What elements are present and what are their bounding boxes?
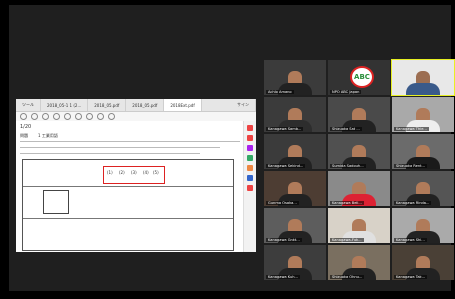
fill-sign-icon[interactable] [247,165,253,171]
shared-screen: ツール 2018_05-1 1 (2... 2018_05.pdf 2018_0… [16,99,256,252]
participant-name: Shizuoka Rent... [394,164,427,168]
participant-name: Sumida Sadouh... [330,164,366,168]
text-line [20,153,200,154]
annotation-1: (1) [107,170,113,175]
comment-icon[interactable] [97,113,104,120]
tab-file-4[interactable]: 2018Ext.pdf [164,99,202,111]
participant-tile[interactable]: Shizuoka Rent... [392,134,454,169]
question-table: (1) (2) (3) (4) (5) [22,159,234,251]
participant-tile[interactable]: Gunma Osaka... [264,171,326,206]
save-icon[interactable] [20,113,27,120]
text-line [20,147,220,148]
participant-tile[interactable]: Kanagawa Samb... [264,97,326,132]
annotation-2: (2) [119,170,125,175]
participant-tile[interactable]: Shizuoka Sat ... [328,97,390,132]
participant-name: Kanagawa Tak... [394,275,428,279]
participant-tile[interactable]: Kanagawa Tak... [392,245,454,280]
pen-icon[interactable] [108,113,115,120]
signin-button[interactable]: サイン [231,99,256,111]
participant-tile[interactable]: Achlo Amano [264,60,326,95]
page-marker: 1/20 [20,124,32,130]
upload-icon[interactable] [42,113,49,120]
participant-name: Kanagawa Beli... [330,201,364,205]
more-tools-icon[interactable] [247,185,253,191]
participant-tile[interactable]: Kanagawa Beli... [328,171,390,206]
hand-icon[interactable] [86,113,93,120]
annotation-5: (5) [153,170,159,175]
organize-icon[interactable] [247,155,253,161]
participant-tile[interactable]: ABC NPO ABC Japan [328,60,390,95]
participant-name: Kanagawa-Fuk... [330,238,364,242]
abc-logo: ABC [350,66,374,88]
edit-pdf-icon[interactable] [247,135,253,141]
annotation-3: (3) [131,170,137,175]
viewer-right-tools [243,121,256,252]
tab-file-1[interactable]: 2018_05-1 1 (2... [41,99,89,111]
export-pdf-icon[interactable] [247,125,253,131]
participant-name: Shizuoka Ohnu... [330,275,365,279]
participant-name: Kanagawa Kuh... [266,275,300,279]
participant-tile[interactable]: Kanagawa Gnkt... [264,208,326,243]
participant-name: NPO ABC Japan [330,90,362,94]
zoom-out-icon[interactable] [64,113,71,120]
participant-name: Achlo Amano [266,90,294,94]
annotation-box [103,166,165,184]
participant-tile[interactable]: Shizuoka Ohnu... [328,245,390,280]
participant-gallery: Achlo Amano ABC NPO ABC Japan Kanagawa Sa… [264,59,455,280]
participant-name: Gunma Osaka... [266,201,299,205]
participant-name: Kanagawa Rinda... [394,201,432,205]
tab-file-2[interactable]: 2018_05.pdf [88,99,127,111]
annotation-4: (4) [143,170,149,175]
tab-file-3[interactable]: 2018_05.pdf [126,99,165,111]
viewer-tab-bar: ツール 2018_05-1 1 (2... 2018_05.pdf 2018_0… [16,99,256,112]
search-icon[interactable] [53,113,60,120]
print-icon[interactable] [31,113,38,120]
participant-tile[interactable]: Kanagawa Kuh... [264,245,326,280]
doc-subheading: 1 工業用語 [38,133,58,138]
protect-icon[interactable] [247,175,253,181]
participant-name: Kanagawa Gnkt... [266,238,302,242]
participant-name: Kanagawa Sekind... [266,164,306,168]
participant-tile[interactable]: Kanagawa Shi... [392,208,454,243]
meeting-window: ツール 2018_05-1 1 (2... 2018_05.pdf 2018_0… [9,5,455,291]
text-line [20,141,240,142]
circuit-diagram [43,190,69,214]
comment-tool-icon[interactable] [247,145,253,151]
participant-name: Kanagawa Shi... [394,238,427,242]
document-page: 1/20 問題 1 工業用語 (1) (2) (3) (4) (5) [16,121,244,252]
doc-heading: 問題 [20,133,28,138]
participant-tile[interactable]: Kanagawa Rinda... [392,171,454,206]
participant-tile[interactable]: Kanagawa Sekind... [264,134,326,169]
participant-tile[interactable]: Kanagawa-Fuk... [328,208,390,243]
participant-name: Kanagawa Thie... [394,127,429,131]
participant-name: Shizuoka Sat ... [330,127,362,131]
zoom-in-icon[interactable] [75,113,82,120]
tab-tools[interactable]: ツール [16,99,41,111]
participant-tile[interactable]: Sumida Sadouh... [328,134,390,169]
participant-name: Kanagawa Samb... [266,127,304,131]
participant-tile[interactable]: Kanagawa Thie... [392,97,454,132]
participant-tile-active[interactable] [391,59,455,96]
